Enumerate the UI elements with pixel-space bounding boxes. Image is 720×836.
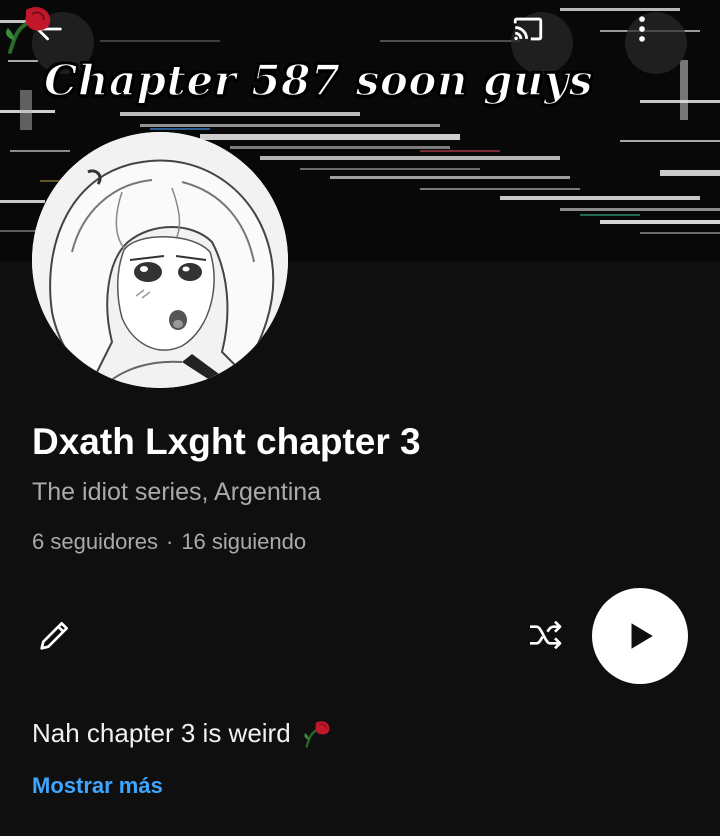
shuffle-icon [530,620,562,650]
stats-separator: · [165,529,174,554]
pencil-icon [40,622,68,650]
anime-girl-avatar [32,132,288,388]
play-button[interactable] [592,588,688,684]
following-count[interactable]: 16 siguiendo [181,529,306,554]
description-text: Nah chapter 3 is weird [32,717,291,748]
wilted-rose-icon [304,721,330,748]
play-icon [631,623,653,649]
page-title: Dxath Lxght chapter 3 [32,421,421,462]
wilted-rose-icon [6,7,51,54]
edit-button[interactable] [32,612,78,658]
more-vertical-icon [639,16,645,42]
profile-subtitle: The idiot series, Argentina [32,478,322,506]
followers-count[interactable]: 6 seguidores [32,529,158,554]
more-options-button[interactable] [625,12,687,74]
profile-avatar [32,132,288,388]
banner-caption: Chapter 587 soon guys [43,55,593,106]
show-more-link[interactable]: Mostrar más [32,773,163,799]
cast-icon [513,17,543,41]
profile-description: Nah chapter 3 is weird [32,716,335,750]
shuffle-button[interactable] [520,612,570,658]
profile-stats: 6 seguidores · 16 siguiendo [32,529,306,555]
